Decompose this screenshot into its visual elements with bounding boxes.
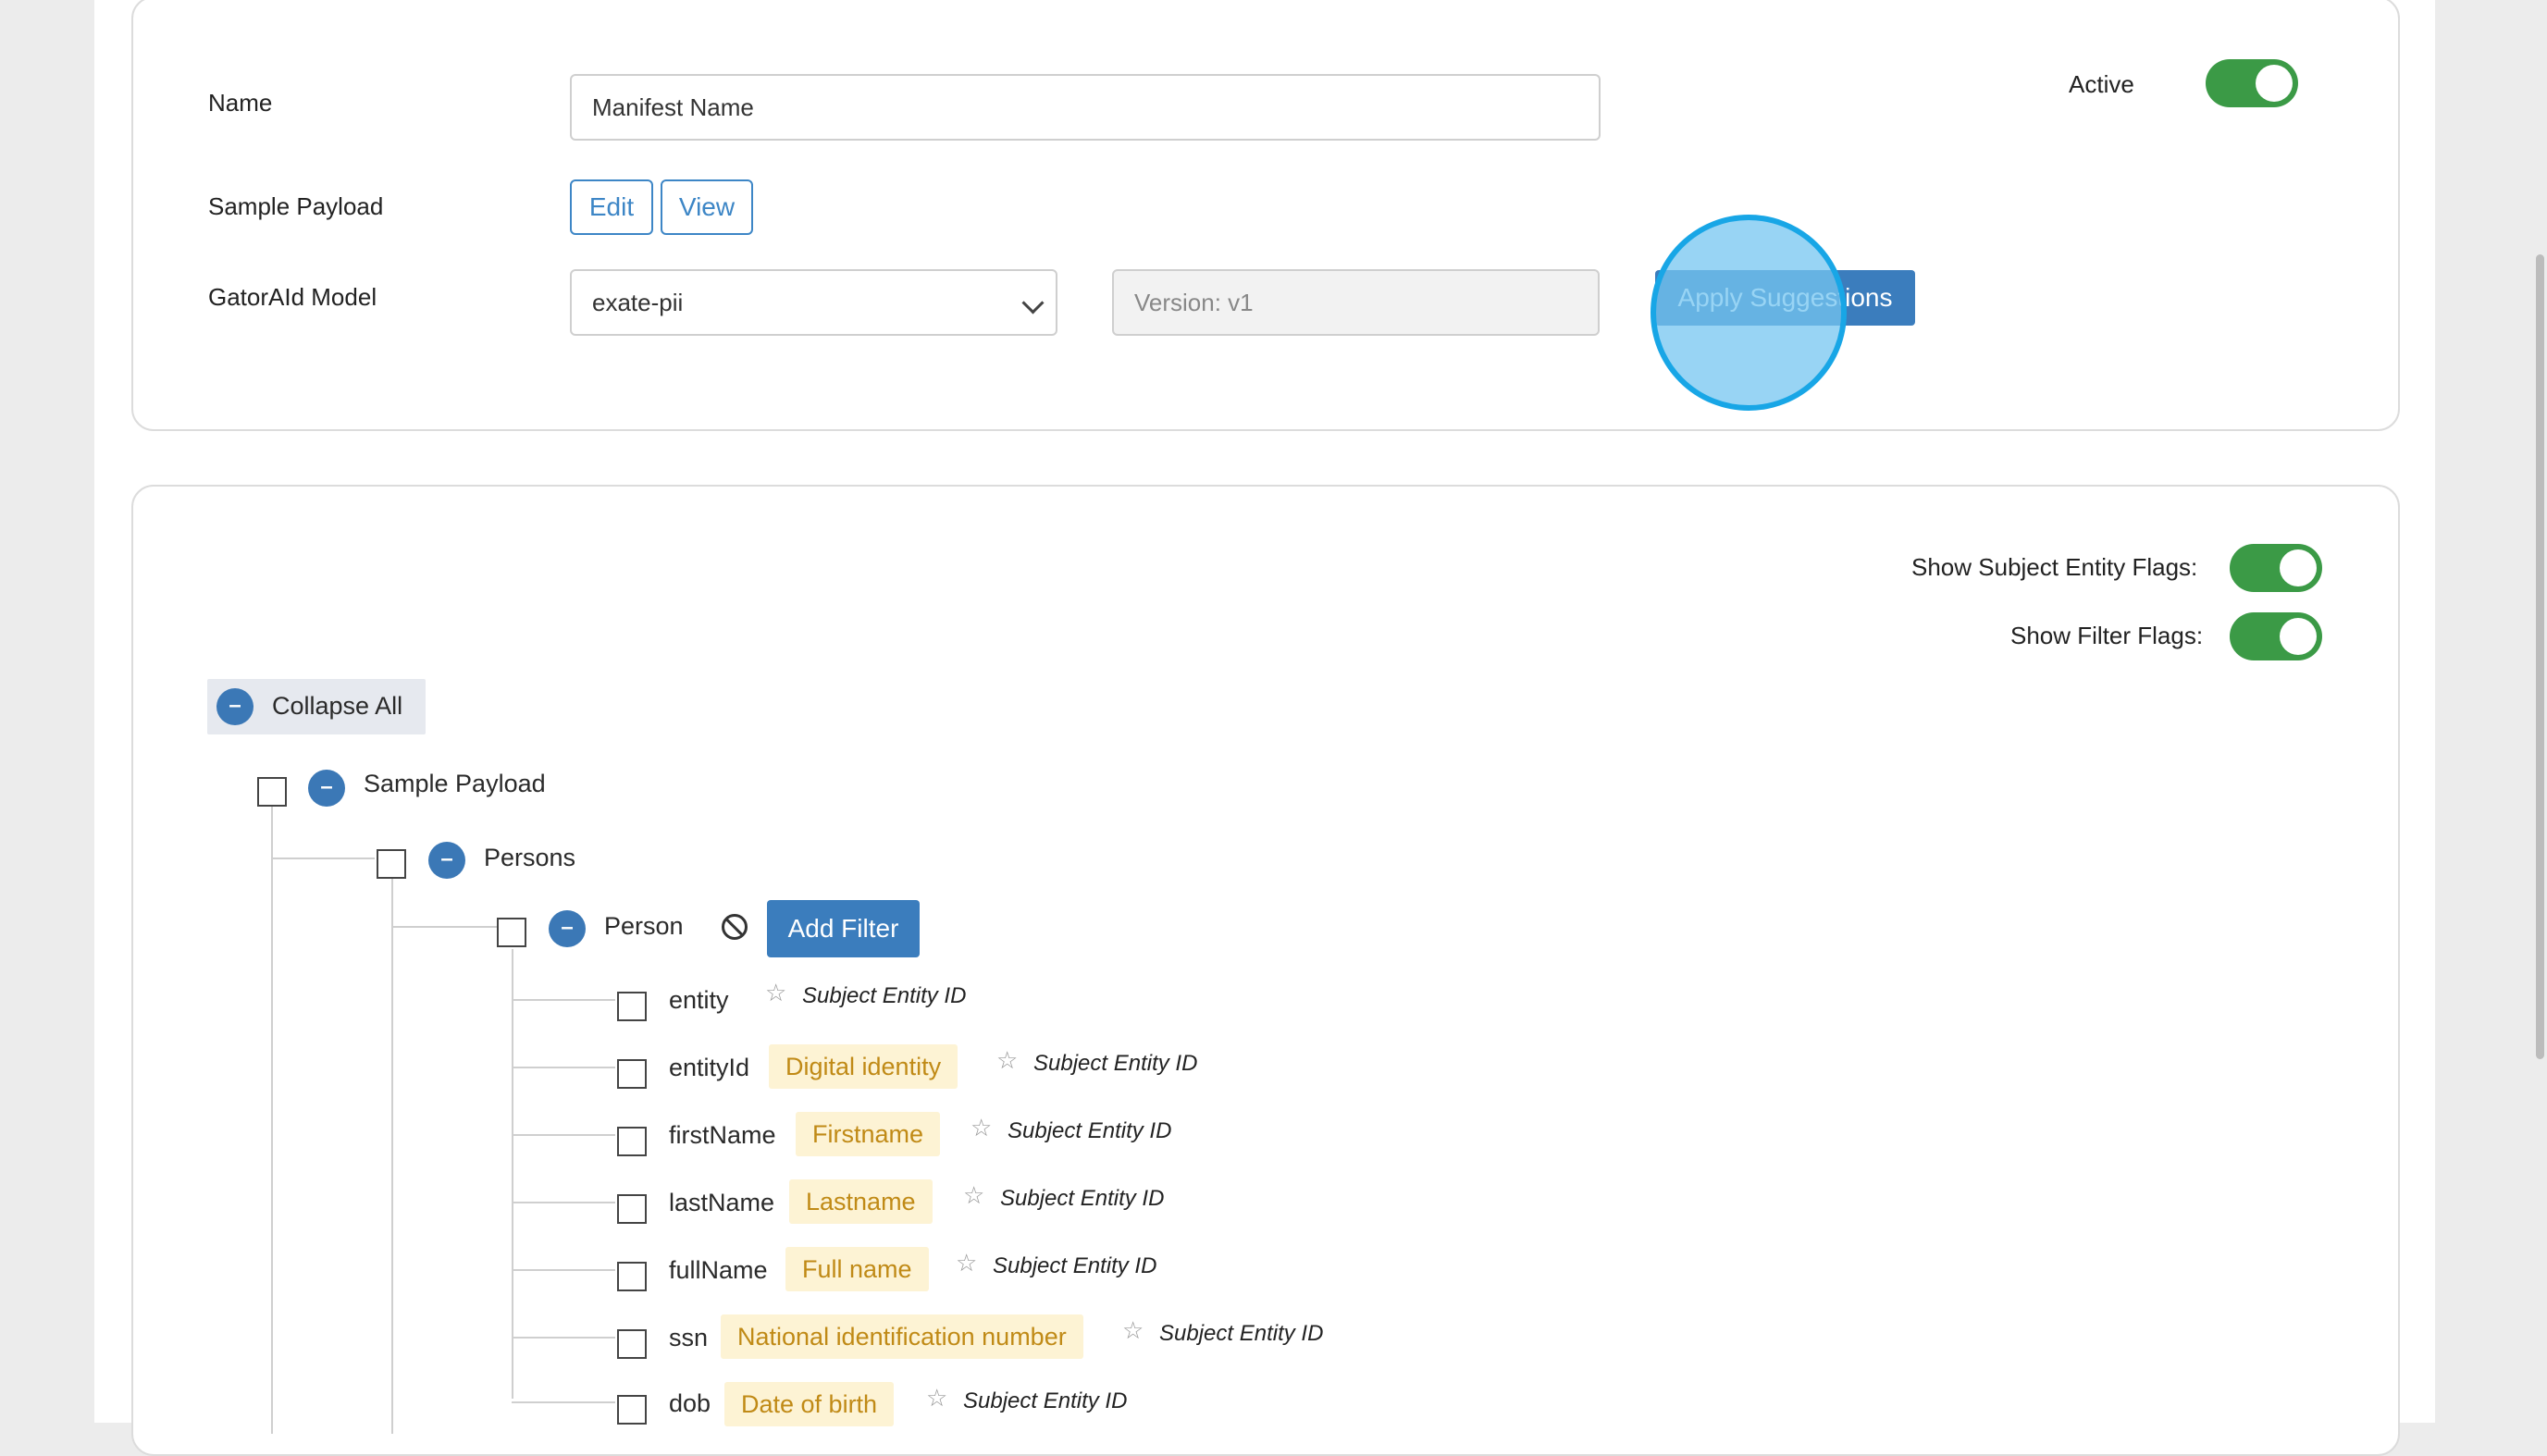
pii-tag: Digital identity — [769, 1044, 958, 1089]
person-checkbox[interactable] — [497, 918, 526, 947]
star-icon[interactable]: ☆ — [963, 1181, 984, 1210]
show-subject-flags-toggle[interactable] — [2230, 544, 2322, 592]
pii-tag: Lastname — [789, 1179, 933, 1224]
toggle-knob — [2280, 549, 2317, 586]
star-icon[interactable]: ☆ — [971, 1114, 992, 1142]
tree-line — [512, 1067, 615, 1068]
collapse-sample-payload-icon[interactable]: – — [308, 770, 345, 807]
field-name: fullName — [669, 1256, 768, 1284]
field-checkbox-entityId[interactable] — [617, 1059, 647, 1089]
tree-line — [512, 1337, 615, 1339]
star-icon[interactable]: ☆ — [926, 1384, 947, 1413]
tree-line — [512, 1202, 615, 1203]
model-select[interactable]: exate-pii — [570, 269, 1057, 336]
subject-entity-flag: Subject Entity ID — [1008, 1118, 1172, 1143]
subject-entity-flag: Subject Entity ID — [1033, 1051, 1198, 1076]
chevron-down-icon — [1021, 291, 1045, 315]
tree-line — [512, 949, 513, 1399]
star-icon[interactable]: ☆ — [765, 979, 786, 1007]
name-label: Name — [208, 89, 273, 117]
manifest-form-card — [131, 0, 2400, 431]
tree-line — [271, 805, 273, 1434]
active-toggle[interactable] — [2206, 59, 2298, 107]
field-name: entityId — [669, 1054, 750, 1081]
subject-entity-flag: Subject Entity ID — [963, 1388, 1128, 1413]
collapse-all-button[interactable]: – Collapse All — [207, 679, 426, 734]
tree-line — [271, 858, 375, 859]
persons-checkbox[interactable] — [377, 849, 406, 879]
model-label: GatorAId Model — [208, 283, 377, 311]
tree-line — [512, 1134, 615, 1136]
collapse-all-label: Collapse All — [272, 692, 403, 720]
pii-tag: Firstname — [796, 1112, 941, 1156]
subject-entity-flag: Subject Entity ID — [1159, 1321, 1324, 1346]
pii-tag: Full name — [785, 1247, 929, 1291]
field-checkbox-entity[interactable] — [617, 992, 647, 1021]
tree-line — [512, 1269, 615, 1271]
click-indicator — [1651, 215, 1847, 411]
field-checkbox-lastName[interactable] — [617, 1194, 647, 1224]
star-icon[interactable]: ☆ — [1122, 1316, 1144, 1345]
name-input[interactable]: Manifest Name — [570, 74, 1601, 141]
pii-tag: Date of birth — [724, 1382, 895, 1426]
active-label: Active — [2069, 70, 2134, 98]
star-icon[interactable]: ☆ — [956, 1249, 977, 1277]
sample-payload-label: Sample Payload — [208, 192, 384, 220]
tree-node-persons: Persons — [484, 844, 576, 871]
star-icon[interactable]: ☆ — [996, 1046, 1018, 1075]
tree-line — [391, 879, 393, 1434]
field-checkbox-firstName[interactable] — [617, 1127, 647, 1156]
field-name: firstName — [669, 1121, 776, 1149]
tree-line — [512, 1401, 615, 1403]
scrollbar-thumb[interactable] — [2536, 254, 2544, 1059]
subject-entity-flag: Subject Entity ID — [993, 1253, 1157, 1278]
model-select-value: exate-pii — [592, 288, 684, 316]
show-subject-flags-label: Show Subject Entity Flags: — [1911, 553, 2198, 581]
collapse-persons-icon[interactable]: – — [428, 842, 465, 879]
field-checkbox-ssn[interactable] — [617, 1329, 647, 1359]
sample-payload-checkbox[interactable] — [257, 777, 287, 807]
field-name: entity — [669, 986, 729, 1014]
subject-entity-flag: Subject Entity ID — [1000, 1186, 1165, 1211]
add-filter-button[interactable]: Add Filter — [767, 900, 920, 957]
show-filter-flags-toggle[interactable] — [2230, 612, 2322, 660]
collapse-person-icon[interactable]: – — [549, 910, 586, 947]
field-checkbox-dob[interactable] — [617, 1395, 647, 1425]
version-input[interactable]: Version: v1 — [1112, 269, 1600, 336]
field-name: dob — [669, 1389, 711, 1417]
toggle-knob — [2280, 618, 2317, 655]
minus-icon: – — [216, 688, 253, 725]
tree-node-sample-payload: Sample Payload — [364, 770, 546, 797]
block-icon[interactable] — [722, 914, 748, 940]
tree-node-person: Person — [604, 912, 684, 940]
toggle-knob — [2256, 65, 2293, 102]
field-checkbox-fullName[interactable] — [617, 1262, 647, 1291]
tree-line — [391, 926, 497, 928]
subject-entity-flag: Subject Entity ID — [802, 983, 967, 1008]
pii-tag: National identification number — [721, 1314, 1083, 1359]
field-name: lastName — [669, 1189, 775, 1216]
tree-line — [512, 999, 615, 1001]
view-payload-button[interactable]: View — [661, 179, 753, 235]
field-name: ssn — [669, 1324, 709, 1351]
show-filter-flags-label: Show Filter Flags: — [2010, 622, 2204, 649]
edit-payload-button[interactable]: Edit — [570, 179, 653, 235]
